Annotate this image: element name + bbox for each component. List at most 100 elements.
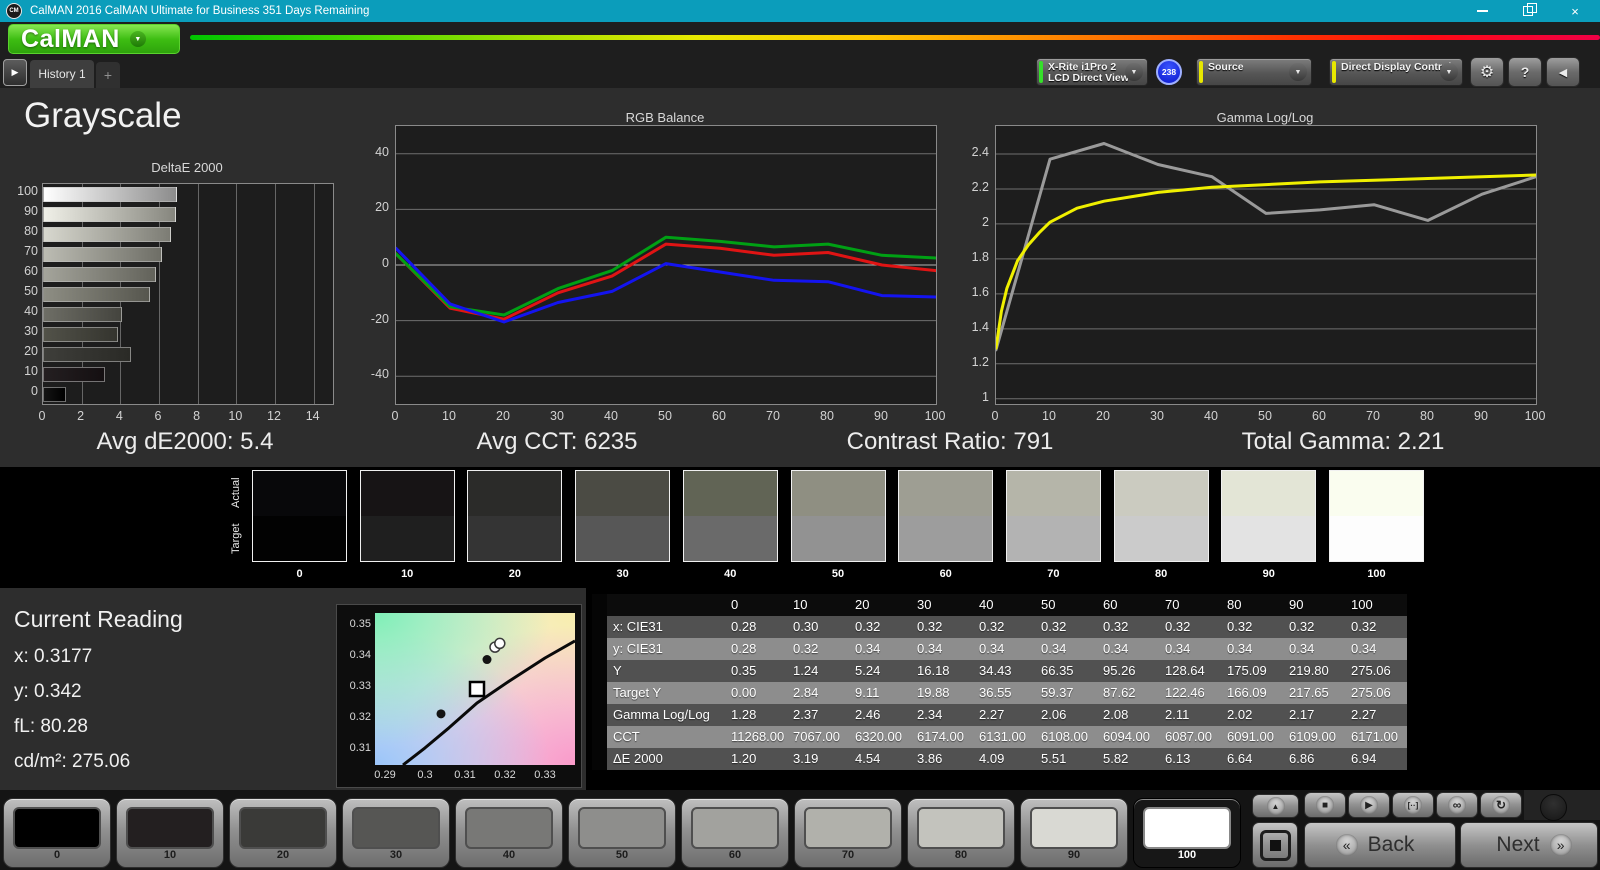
next-button[interactable]: Next » bbox=[1460, 822, 1598, 868]
patch-button-80[interactable]: 80 bbox=[907, 798, 1015, 868]
calman-menu-button[interactable]: CalMAN ▼ bbox=[8, 24, 180, 54]
window-title: CalMAN 2016 CalMAN Ultimate for Business… bbox=[30, 5, 370, 17]
patch-color bbox=[126, 807, 214, 849]
table-corner bbox=[607, 594, 725, 616]
help-icon[interactable]: ? bbox=[1508, 57, 1542, 87]
table-cell: 36.55 bbox=[973, 682, 1035, 704]
x-tick-label: 90 bbox=[1474, 409, 1488, 423]
patch-button-30[interactable]: 30 bbox=[342, 798, 450, 868]
display-control-status-strip bbox=[1332, 61, 1336, 83]
page-title: Grayscale bbox=[24, 96, 182, 135]
swatch-10 bbox=[359, 470, 455, 562]
table-cell: 2.06 bbox=[1035, 704, 1097, 726]
y-tick-label: 40 bbox=[375, 144, 389, 159]
loop-measure-button[interactable]: ↻ bbox=[1480, 792, 1522, 818]
gear-icon[interactable]: ⚙ bbox=[1470, 57, 1504, 87]
grayscale-swatch-band: Actual Target 0 10 20 30 40 50 60 70 80 90 100 bbox=[0, 467, 1600, 588]
swatch-70 bbox=[1005, 470, 1101, 562]
cie-y-tick-label: 0.32 bbox=[349, 710, 371, 723]
restore-icon[interactable] bbox=[1513, 0, 1543, 22]
continuous-measure-button[interactable]: ∞ bbox=[1436, 792, 1478, 818]
reading-x: x: 0.3177 bbox=[14, 646, 93, 667]
table-cell: 0.34 bbox=[1221, 638, 1283, 660]
patch-button-0[interactable]: 0 bbox=[3, 798, 111, 868]
collapse-panel-icon[interactable]: ◀ bbox=[1546, 57, 1580, 87]
rgb-balance-chart-title: RGB Balance bbox=[625, 110, 705, 125]
swatch-target bbox=[576, 516, 670, 561]
patch-button-60[interactable]: 60 bbox=[681, 798, 789, 868]
x-tick-label: 40 bbox=[604, 409, 618, 423]
swatch-label: 80 bbox=[1154, 568, 1168, 580]
tab-scroll-button[interactable]: ▶ bbox=[3, 59, 27, 86]
table-cell: 0.00 bbox=[725, 682, 787, 704]
meter-dropdown[interactable]: X-Rite i1Pro 2 LCD Direct View ▼ bbox=[1036, 58, 1148, 86]
table-cell: 2.08 bbox=[1097, 704, 1159, 726]
patch-label: 20 bbox=[276, 849, 290, 861]
patch-label: 10 bbox=[163, 849, 177, 861]
table-cell: 9.11 bbox=[849, 682, 911, 704]
swatch-actual bbox=[683, 471, 777, 516]
table-col-header: 80 bbox=[1221, 594, 1283, 616]
loop-icon: ↻ bbox=[1492, 796, 1510, 814]
table-gutter bbox=[592, 748, 607, 770]
swatch-label: 10 bbox=[401, 568, 414, 580]
step-measure-button[interactable]: [··] bbox=[1392, 792, 1434, 818]
gamma-plot-area bbox=[995, 125, 1537, 405]
deltae-bar-chart: 100 90 80 70 60 50 40 30 20 10 0 0 2 4 6 8 10 12 14 bbox=[17, 183, 334, 423]
chevron-up-button[interactable]: ▲ bbox=[1252, 794, 1299, 818]
stop-button[interactable]: ■ bbox=[1304, 792, 1346, 818]
stat-total-gamma: Total Gamma: 2.21 bbox=[1241, 428, 1445, 455]
x-tick-label: 0 bbox=[991, 409, 999, 423]
table-cell: 2.27 bbox=[973, 704, 1035, 726]
target-row-label: Target bbox=[230, 523, 242, 555]
play-button[interactable]: ▶ bbox=[1348, 792, 1390, 818]
patch-button-90[interactable]: 90 bbox=[1020, 798, 1128, 868]
rgb-balance-chart: -40 -20 0 20 40 0 10 20 30 40 50 60 70 80 90 100 bbox=[371, 125, 945, 423]
patch-button-50[interactable]: 50 bbox=[568, 798, 676, 868]
table-cell: 0.34 bbox=[973, 638, 1035, 660]
patch-color bbox=[239, 807, 327, 849]
gridline bbox=[313, 184, 315, 404]
tab-history-1[interactable]: History 1 bbox=[30, 60, 94, 88]
minimize-icon[interactable] bbox=[1467, 0, 1497, 22]
gridline bbox=[197, 184, 199, 404]
patch-button-70[interactable]: 70 bbox=[794, 798, 902, 868]
cie-x-tick-label: 0.29 bbox=[374, 769, 396, 781]
patch-button-100[interactable]: 100 bbox=[1133, 798, 1241, 868]
window-level-button[interactable] bbox=[1252, 822, 1298, 868]
main-chart-area: Grayscale DeltaE 2000 100 90 80 70 60 50 40 30 2… bbox=[0, 88, 1600, 467]
table-cell: 3.19 bbox=[787, 748, 849, 770]
patch-button-10[interactable]: 10 bbox=[116, 798, 224, 868]
cie-y-tick-label: 0.34 bbox=[349, 648, 371, 661]
deltae-bar-10 bbox=[43, 366, 105, 382]
table-cell: 6087.00 bbox=[1159, 726, 1221, 748]
swatch-label: 0 bbox=[296, 568, 303, 580]
meter-status-strip bbox=[1039, 61, 1043, 83]
table-row-label: Target Y bbox=[607, 682, 725, 704]
chevron-up-icon: ▲ bbox=[1266, 797, 1285, 815]
display-control-dropdown[interactable]: Direct Display Control ▼ bbox=[1329, 58, 1463, 86]
y-tick-label: 2.2 bbox=[971, 179, 989, 194]
table-cell: 5.24 bbox=[849, 660, 911, 682]
swatch-actual bbox=[1330, 471, 1423, 516]
y-tick-label: 1.8 bbox=[971, 249, 989, 264]
swatch-label: 90 bbox=[1262, 568, 1275, 580]
patch-button-20[interactable]: 20 bbox=[229, 798, 337, 868]
inactive-record-button bbox=[1540, 794, 1567, 821]
close-icon[interactable]: × bbox=[1560, 0, 1590, 22]
table-cell: 0.28 bbox=[725, 638, 787, 660]
y-tick-label: 90 bbox=[24, 204, 38, 218]
next-chevrons-icon: » bbox=[1549, 834, 1572, 856]
table-cell: 6174.00 bbox=[911, 726, 973, 748]
source-dropdown[interactable]: Source ▼ bbox=[1196, 58, 1312, 86]
table-row-label: y: CIE31 bbox=[607, 638, 725, 660]
patch-button-40[interactable]: 40 bbox=[455, 798, 563, 868]
x-tick-label: 14 bbox=[305, 409, 320, 423]
back-button[interactable]: « Back bbox=[1304, 822, 1456, 868]
add-tab-button[interactable]: + bbox=[96, 62, 120, 88]
table-cell: 0.32 bbox=[1221, 616, 1283, 638]
chevron-down-icon: ▼ bbox=[1125, 63, 1143, 81]
deltae-bar-20 bbox=[43, 346, 131, 362]
table-cell: 219.80 bbox=[1283, 660, 1345, 682]
swatch-80 bbox=[1113, 470, 1209, 562]
